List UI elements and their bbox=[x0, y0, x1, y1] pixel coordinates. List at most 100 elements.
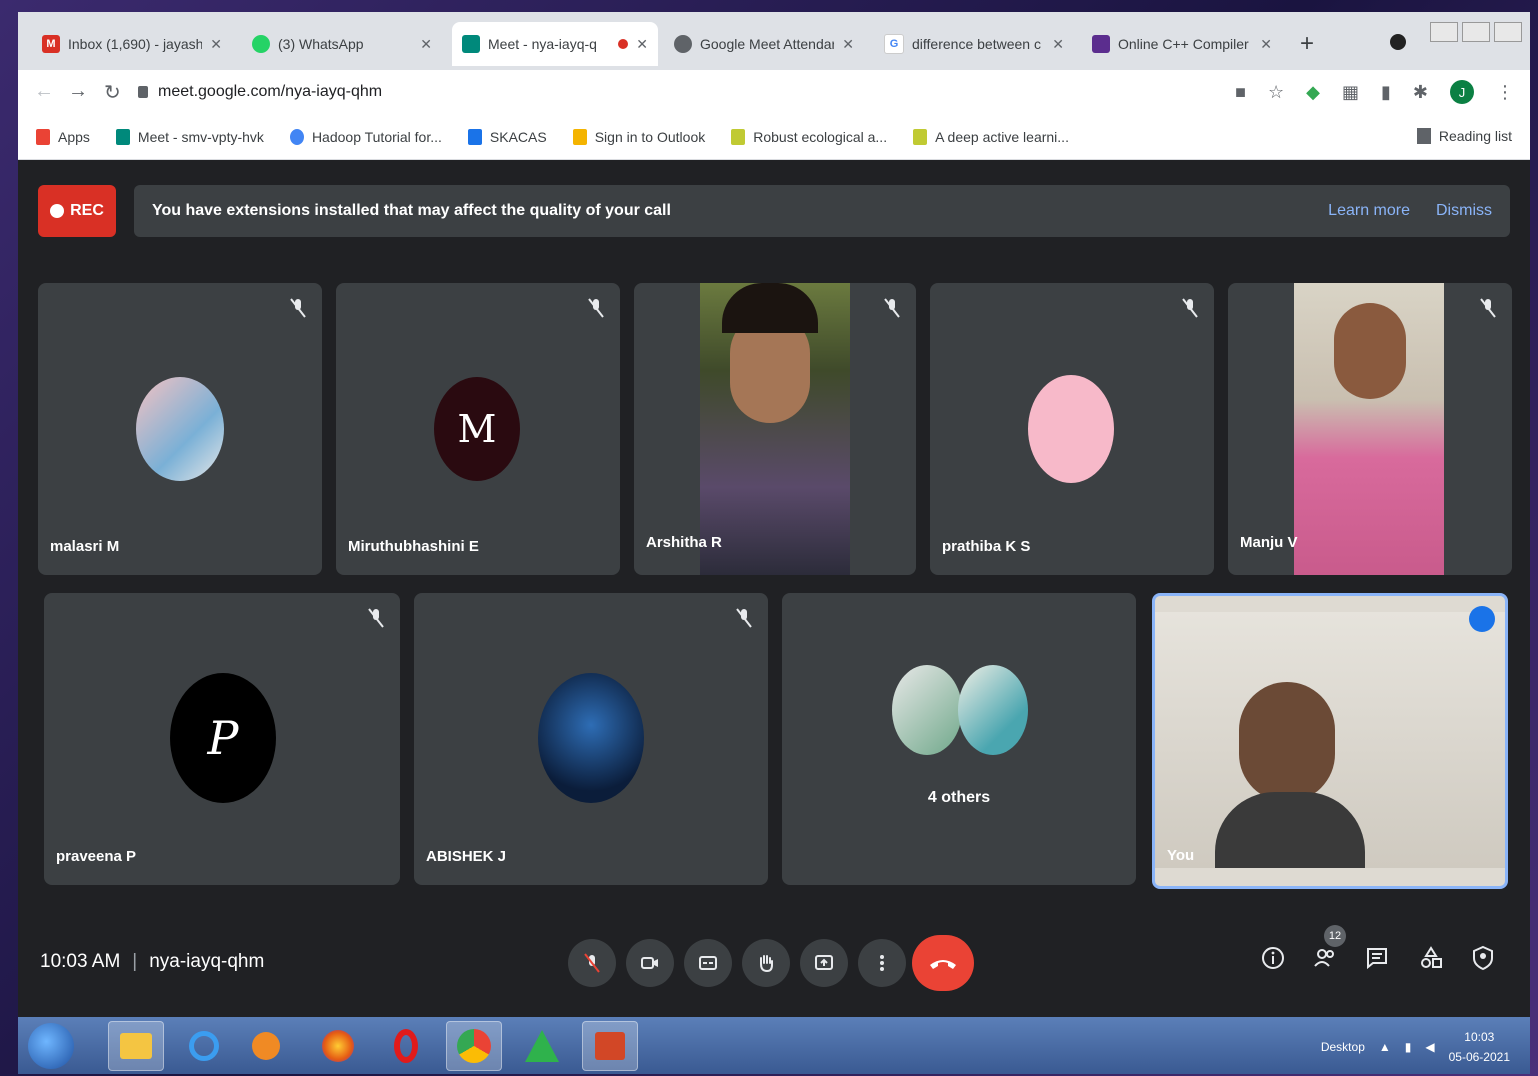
forward-icon[interactable]: → bbox=[68, 80, 88, 103]
extension-shield-icon[interactable]: ◆ bbox=[1306, 82, 1320, 103]
close-tab-icon[interactable]: ✕ bbox=[1260, 36, 1272, 53]
divider: | bbox=[132, 951, 138, 972]
chat-button[interactable] bbox=[1362, 943, 1392, 973]
bookmark-robust[interactable]: Robust ecological a... bbox=[731, 128, 887, 145]
bookmark-label: SKACAS bbox=[489, 128, 547, 145]
meeting-time: 10:03 AM bbox=[40, 951, 121, 972]
meeting-info-button[interactable] bbox=[1258, 943, 1288, 973]
captions-button[interactable] bbox=[684, 939, 732, 987]
new-tab-button[interactable]: + bbox=[1300, 30, 1314, 58]
firefox-app[interactable] bbox=[310, 1021, 366, 1071]
powerpoint-app[interactable] bbox=[582, 1021, 638, 1071]
bookmark-outlook[interactable]: Sign in to Outlook bbox=[572, 128, 706, 145]
tab-meet[interactable]: Meet - nya-iayq-q ✕ bbox=[452, 22, 658, 66]
people-button[interactable] bbox=[1310, 943, 1340, 973]
desktop-toolbar-label[interactable]: Desktop bbox=[1321, 1040, 1365, 1054]
close-tab-icon[interactable]: ✕ bbox=[636, 36, 648, 53]
volume-icon[interactable]: ◀ bbox=[1425, 1040, 1434, 1054]
opera-app[interactable] bbox=[378, 1021, 434, 1071]
tab-google-search[interactable]: G difference between c ✕ bbox=[874, 22, 1074, 66]
host-controls-button[interactable] bbox=[1468, 943, 1498, 973]
chrome-app[interactable] bbox=[446, 1021, 502, 1071]
network-icon[interactable]: ▮ bbox=[1405, 1040, 1412, 1054]
address-bar[interactable]: meet.google.com/nya-iayq-qhm bbox=[138, 76, 1138, 108]
present-button[interactable] bbox=[800, 939, 848, 987]
tab-meet-attendance[interactable]: Google Meet Attendar ✕ bbox=[664, 22, 864, 66]
rec-label: REC bbox=[70, 202, 104, 219]
close-tab-icon[interactable]: ✕ bbox=[210, 36, 222, 53]
reload-icon[interactable]: ↻ bbox=[104, 80, 121, 105]
participant-name: Arshitha R bbox=[646, 534, 722, 551]
bookmark-apps[interactable]: Apps bbox=[36, 128, 90, 145]
camera-icon[interactable]: ■ bbox=[1235, 82, 1246, 103]
close-tab-icon[interactable]: ✕ bbox=[1052, 36, 1064, 53]
mic-off-icon bbox=[1478, 297, 1498, 319]
bookmarks-bar: Apps Meet - smv-vpty-hvk Hadoop Tutorial… bbox=[18, 114, 1530, 160]
minimize-button[interactable] bbox=[1430, 22, 1458, 42]
close-window-button[interactable] bbox=[1494, 22, 1522, 42]
bookmark-skacas[interactable]: SKACAS bbox=[467, 128, 547, 145]
bookmark-label: Sign in to Outlook bbox=[594, 128, 706, 145]
profile-avatar[interactable]: J bbox=[1450, 80, 1474, 104]
microphone-button[interactable] bbox=[568, 939, 616, 987]
show-hidden-icons[interactable]: ▲ bbox=[1379, 1040, 1391, 1054]
extensions-puzzle-icon[interactable]: ✱ bbox=[1413, 82, 1428, 103]
star-icon[interactable]: ☆ bbox=[1268, 82, 1284, 103]
start-button[interactable] bbox=[28, 1023, 74, 1069]
tab-cpp-compiler[interactable]: Online C++ Compiler ✕ bbox=[1082, 22, 1282, 66]
ie-app[interactable] bbox=[176, 1021, 232, 1071]
tab-whatsapp[interactable]: (3) WhatsApp ✕ bbox=[242, 22, 442, 66]
bookmark-meet[interactable]: Meet - smv-vpty-hvk bbox=[115, 128, 264, 145]
participant-tile[interactable]: malasri M bbox=[38, 283, 322, 575]
camera-button[interactable] bbox=[626, 939, 674, 987]
hadoop-icon bbox=[289, 128, 304, 145]
maximize-button[interactable] bbox=[1462, 22, 1490, 42]
avatar-initial: M bbox=[457, 407, 497, 451]
kebab-menu-icon bbox=[880, 955, 884, 971]
self-tile[interactable]: You bbox=[1152, 593, 1508, 889]
explorer-app[interactable] bbox=[108, 1021, 164, 1071]
menu-kebab-icon[interactable]: ⋮ bbox=[1496, 82, 1514, 103]
avatar bbox=[538, 673, 644, 803]
close-tab-icon[interactable]: ✕ bbox=[420, 36, 432, 53]
participant-tile[interactable]: M Miruthubhashini E bbox=[336, 283, 620, 575]
media-player-app[interactable] bbox=[238, 1021, 294, 1071]
opera-icon bbox=[394, 1029, 418, 1063]
bookmark-hadoop[interactable]: Hadoop Tutorial for... bbox=[289, 128, 442, 145]
participant-tile[interactable]: Manju V bbox=[1228, 283, 1512, 575]
tab-search-icon[interactable] bbox=[1390, 34, 1406, 50]
more-options-button[interactable] bbox=[858, 939, 906, 987]
bookmark-label: Hadoop Tutorial for... bbox=[311, 128, 442, 145]
bookmark-deep-active[interactable]: A deep active learni... bbox=[913, 128, 1069, 145]
banner-message: You have extensions installed that may a… bbox=[152, 202, 671, 219]
back-icon[interactable]: ← bbox=[34, 80, 54, 103]
system-clock[interactable]: 10:03 05-06-2021 bbox=[1449, 1027, 1510, 1067]
learn-more-link[interactable]: Learn more bbox=[1328, 202, 1410, 220]
microsoft-icon bbox=[572, 128, 587, 145]
leave-call-button[interactable] bbox=[912, 935, 974, 991]
tab-gmail[interactable]: M Inbox (1,690) - jayashe ✕ bbox=[32, 22, 232, 66]
participant-name: praveena P bbox=[56, 848, 137, 865]
powerpoint-icon bbox=[595, 1032, 625, 1060]
browser-toolbar: ← → ↻ meet.google.com/nya-iayq-qhm ■ ☆ ◆… bbox=[18, 70, 1530, 114]
dismiss-button[interactable]: Dismiss bbox=[1436, 202, 1492, 220]
close-tab-icon[interactable]: ✕ bbox=[842, 36, 854, 53]
vlc-or-app[interactable] bbox=[514, 1021, 570, 1071]
reading-list[interactable]: Reading list bbox=[1416, 128, 1512, 144]
extension-grid-icon[interactable]: ▦ bbox=[1342, 82, 1359, 103]
video-camera-icon bbox=[641, 957, 658, 969]
recording-badge: REC bbox=[38, 185, 116, 237]
self-video bbox=[1155, 612, 1505, 868]
raise-hand-button[interactable] bbox=[742, 939, 790, 987]
participant-tile[interactable]: P praveena P bbox=[44, 593, 400, 885]
tab-title: Meet - nya-iayq-q bbox=[488, 36, 597, 52]
others-tile[interactable]: 4 others bbox=[782, 593, 1136, 885]
extension-book-icon[interactable]: ▮ bbox=[1381, 82, 1391, 103]
mic-off-icon bbox=[584, 953, 600, 973]
participant-tile[interactable]: ABISHEK J bbox=[414, 593, 768, 885]
windows-taskbar: Desktop ▲ ▮ ◀ 10:03 05-06-2021 bbox=[18, 1017, 1530, 1074]
participant-tile[interactable]: prathiba K S bbox=[930, 283, 1214, 575]
activities-button[interactable] bbox=[1416, 943, 1446, 973]
participant-tile[interactable]: Arshitha R bbox=[634, 283, 916, 575]
participant-name: ABISHEK J bbox=[426, 848, 507, 865]
